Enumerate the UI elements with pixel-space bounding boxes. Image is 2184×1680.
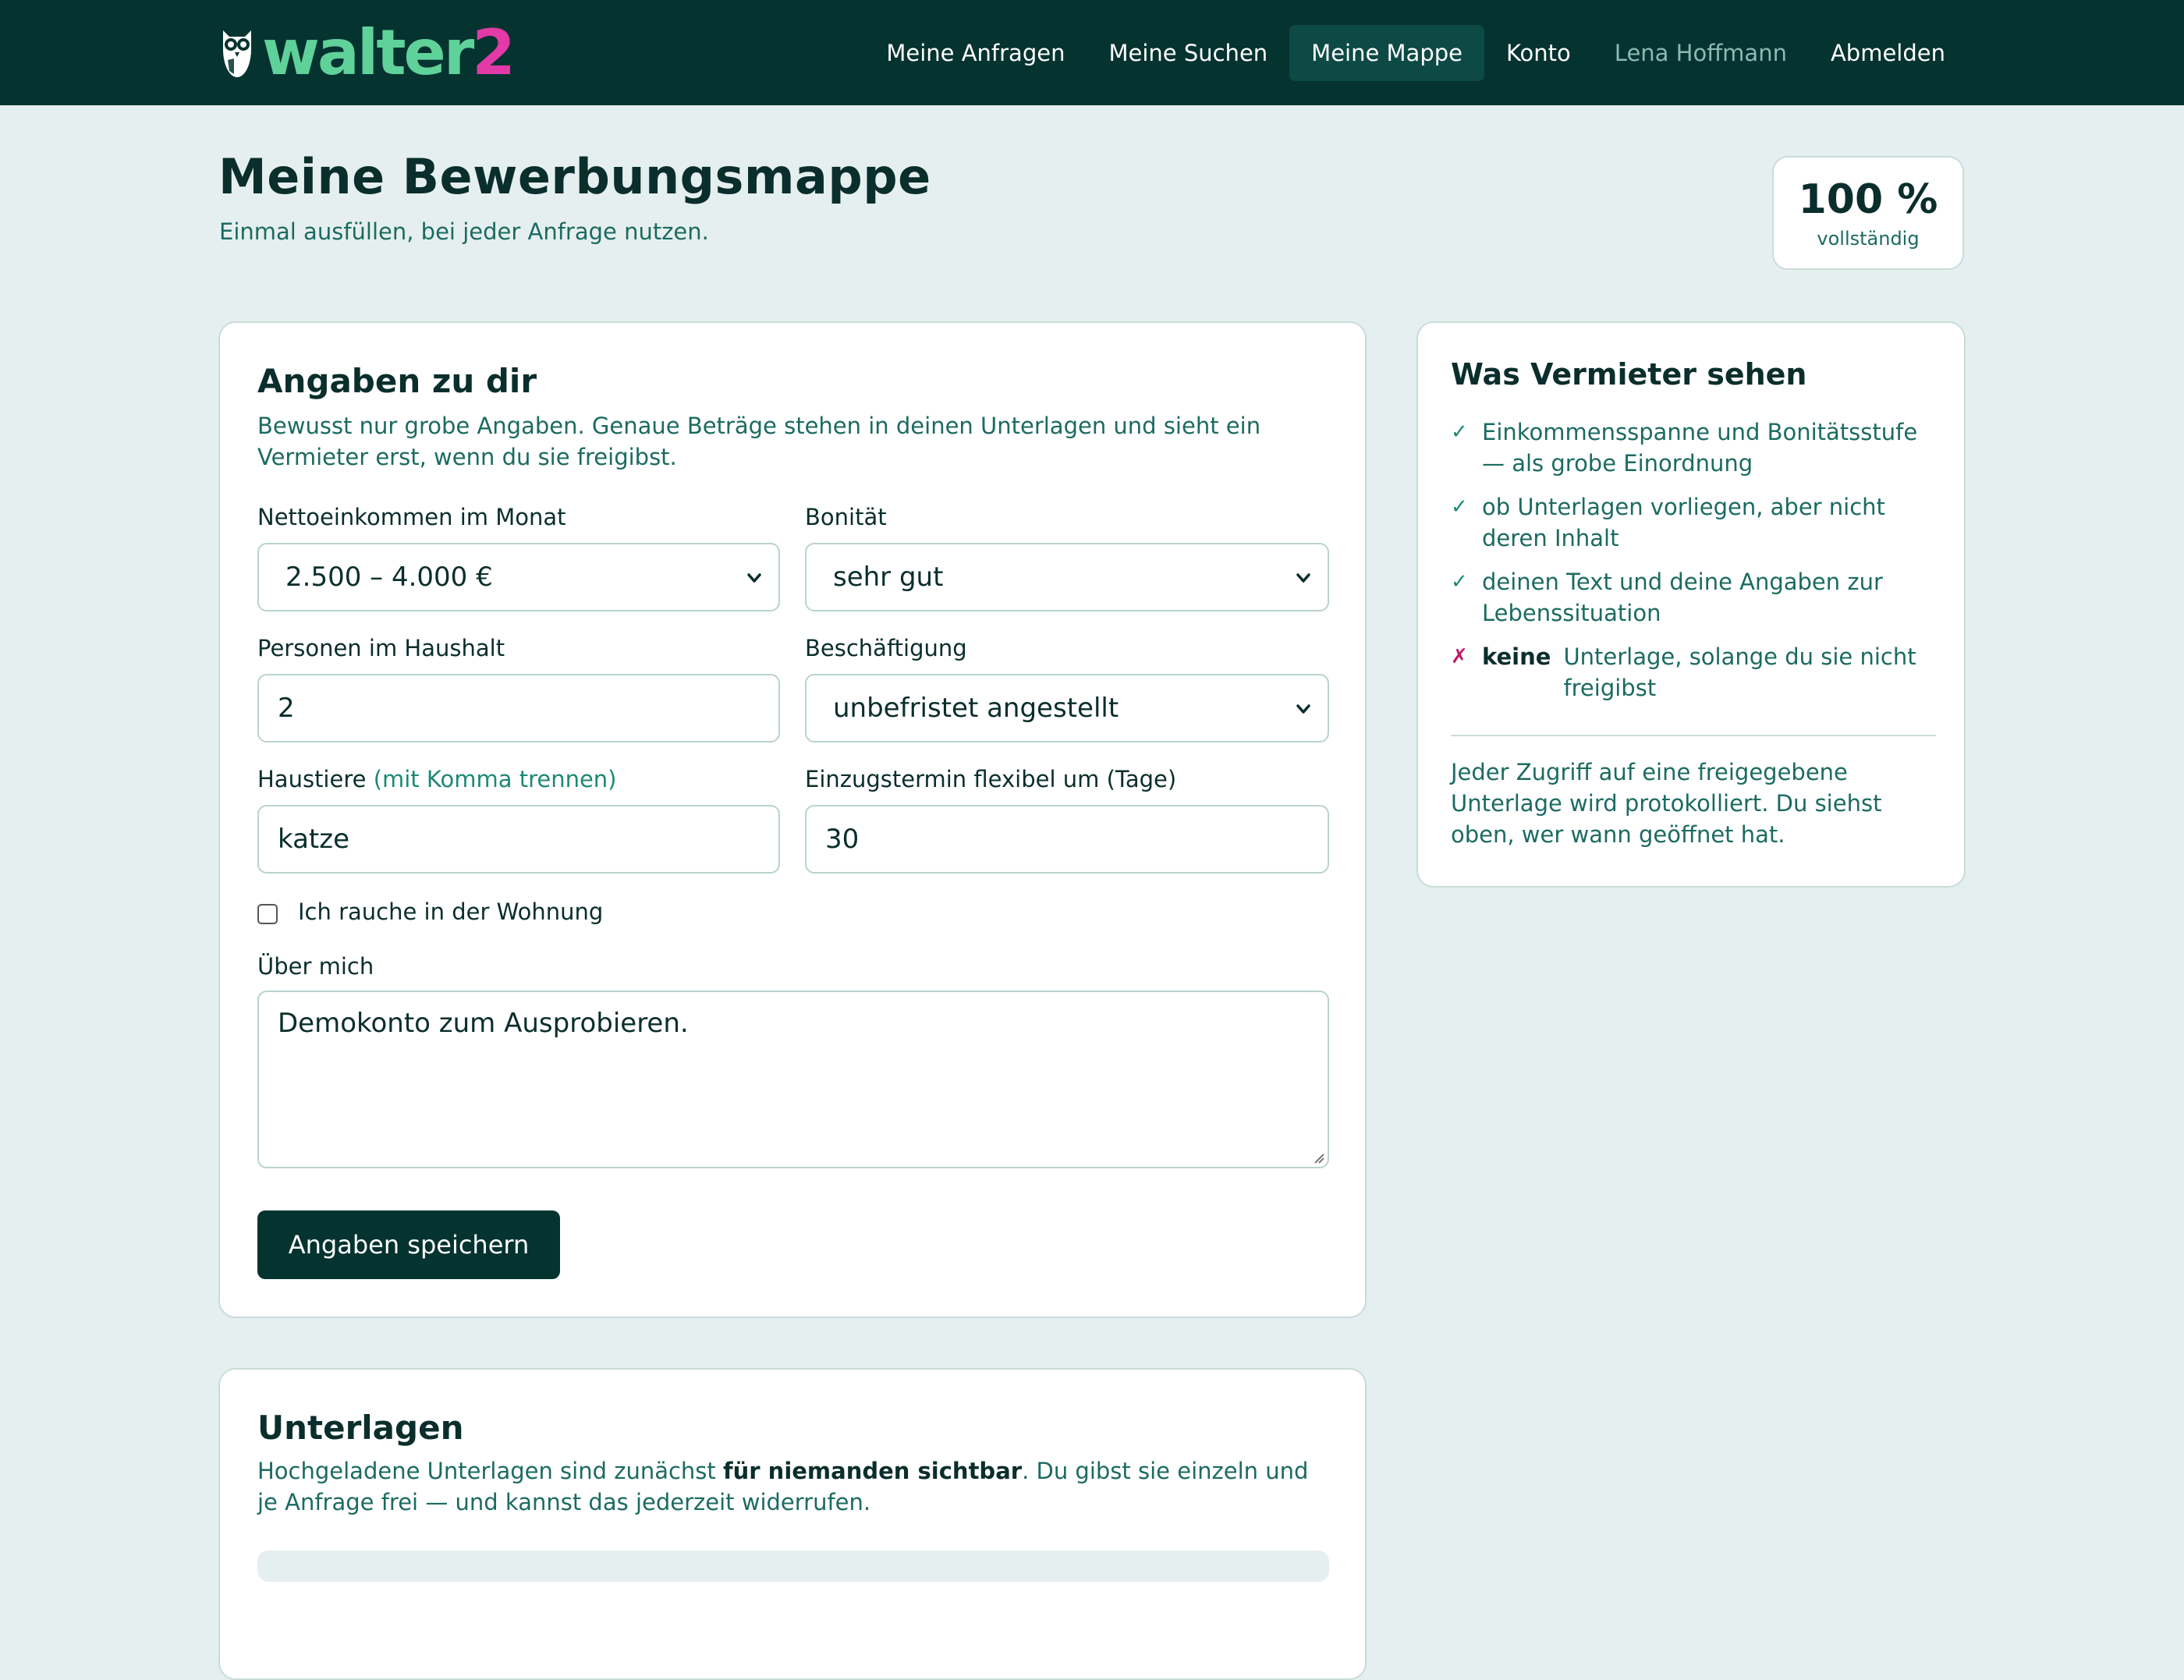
credit-label: Bonität <box>805 504 887 530</box>
movein-input[interactable]: 30 <box>805 805 1329 874</box>
pets-label: Haustiere (mit Komma trennen) <box>257 766 617 792</box>
list-item: ✗ keine Unterlage, solange du sie nicht … <box>1451 641 1934 704</box>
main-nav: Meine Anfragen Meine Suchen Meine Mappe … <box>864 25 1967 81</box>
profile-card: Angaben zu dir Bewusst nur grobe Angaben… <box>218 321 1367 1318</box>
documents-intro-start: Hochgeladene Unterlagen sind zunächst <box>257 1458 724 1484</box>
brand-wordmark: walter2 <box>262 22 516 84</box>
credit-select-value: sehr gut <box>833 562 944 593</box>
about-label: Über mich <box>257 953 374 980</box>
brand-wordmark-main: walter <box>262 16 474 89</box>
documents-upload-area[interactable] <box>257 1551 1329 1582</box>
cross-icon: ✗ <box>1451 645 1468 668</box>
list-item: ✓ deinen Text und deine Angaben zur Lebe… <box>1451 566 1934 629</box>
brand-logo[interactable]: walter2 <box>218 22 516 84</box>
save-profile-button[interactable]: Angaben speichern <box>257 1210 560 1279</box>
household-input[interactable]: 2 <box>257 674 780 743</box>
nav-item-meine-suchen[interactable]: Meine Suchen <box>1087 25 1289 81</box>
household-input-value: 2 <box>278 693 295 724</box>
chevron-down-icon <box>1296 573 1310 583</box>
income-select-value: 2.500 – 4.000 € <box>285 562 493 593</box>
owl-icon <box>223 30 251 77</box>
list-item: ✓ Einkommensspanne und Bonitätsstufe — a… <box>1451 416 1934 479</box>
list-item-text: Einkommensspanne und Bonitätsstufe — als… <box>1482 419 1918 477</box>
smoker-checkbox-label[interactable]: Ich rauche in der Wohnung <box>298 898 603 925</box>
list-item-emphasis: keine <box>1482 643 1551 670</box>
divider <box>1451 735 1936 736</box>
nav-item-meine-anfragen[interactable]: Meine Anfragen <box>864 25 1087 81</box>
smoker-checkbox[interactable] <box>257 904 278 924</box>
pets-hint: (mit Komma trennen) <box>373 766 617 792</box>
landlord-view-heading: Was Vermieter sehen <box>1451 357 1807 392</box>
completeness-badge: 100 % vollständig <box>1772 156 1964 270</box>
list-item-text: deinen Text und deine Angaben zur Lebens… <box>1482 569 1883 626</box>
chevron-down-icon <box>1296 704 1310 714</box>
check-icon: ✓ <box>1451 570 1468 594</box>
movein-label: Einzugstermin flexibel um (Tage) <box>805 766 1177 792</box>
about-textarea[interactable]: Demokonto zum Ausprobieren. <box>257 991 1329 1168</box>
household-label: Personen im Haushalt <box>257 635 505 661</box>
credit-select[interactable]: sehr gut <box>805 543 1329 611</box>
documents-intro: Hochgeladene Unterlagen sind zunächst fü… <box>257 1455 1318 1518</box>
check-icon: ✓ <box>1451 420 1468 444</box>
page-subtitle: Einmal ausfüllen, bei jeder Anfrage nutz… <box>219 218 709 245</box>
completeness-label: vollständig <box>1817 228 1920 250</box>
income-label: Nettoeinkommen im Monat <box>257 504 566 530</box>
employment-select[interactable]: unbefristet angestellt <box>805 674 1329 743</box>
current-user-name: Lena Hoffmann <box>1614 40 1787 66</box>
check-icon: ✓ <box>1451 495 1468 519</box>
brand-wordmark-accent: 2 <box>472 16 516 89</box>
documents-card: Unterlagen Hochgeladene Unterlagen sind … <box>218 1368 1367 1680</box>
pets-input[interactable]: katze <box>257 805 780 874</box>
employment-label: Beschäftigung <box>805 635 967 661</box>
income-select[interactable]: 2.500 – 4.000 € <box>257 543 780 611</box>
top-navigation-bar: walter2 Meine Anfragen Meine Suchen Mein… <box>0 0 2184 105</box>
access-log-note: Jeder Zugriff auf eine freigegebene Unte… <box>1451 759 1882 848</box>
profile-heading: Angaben zu dir <box>257 362 537 400</box>
employment-select-value: unbefristet angestellt <box>833 693 1119 724</box>
resize-grip-icon[interactable] <box>1312 1151 1324 1164</box>
page-title: Meine Bewerbungsmappe <box>218 148 931 205</box>
list-item-text: ob Unterlagen vorliegen, aber nicht dere… <box>1482 494 1885 551</box>
chevron-down-icon <box>747 573 761 583</box>
pets-input-value: katze <box>278 824 350 855</box>
list-item-text: Unterlage, solange du sie nicht freigibs… <box>1563 643 1916 701</box>
nav-item-konto[interactable]: Konto <box>1484 25 1593 81</box>
list-item: ✓ ob Unterlagen vorliegen, aber nicht de… <box>1451 491 1934 554</box>
landlord-view-card: Was Vermieter sehen ✓ Einkommensspanne u… <box>1416 321 1966 888</box>
about-textarea-value: Demokonto zum Ausprobieren. <box>278 1008 689 1039</box>
documents-intro-emphasis: für niemanden sichtbar <box>723 1458 1023 1484</box>
landlord-view-list: ✓ Einkommensspanne und Bonitätsstufe — a… <box>1451 416 1934 716</box>
profile-intro: Bewusst nur grobe Angaben. Genaue Beträg… <box>257 413 1261 470</box>
movein-input-value: 30 <box>825 824 860 855</box>
nav-item-abmelden[interactable]: Abmelden <box>1809 25 1967 81</box>
completeness-value: 100 % <box>1798 176 1938 223</box>
pets-label-text: Haustiere <box>257 766 367 792</box>
nav-item-meine-mappe[interactable]: Meine Mappe <box>1289 25 1484 81</box>
documents-heading: Unterlagen <box>257 1409 464 1447</box>
